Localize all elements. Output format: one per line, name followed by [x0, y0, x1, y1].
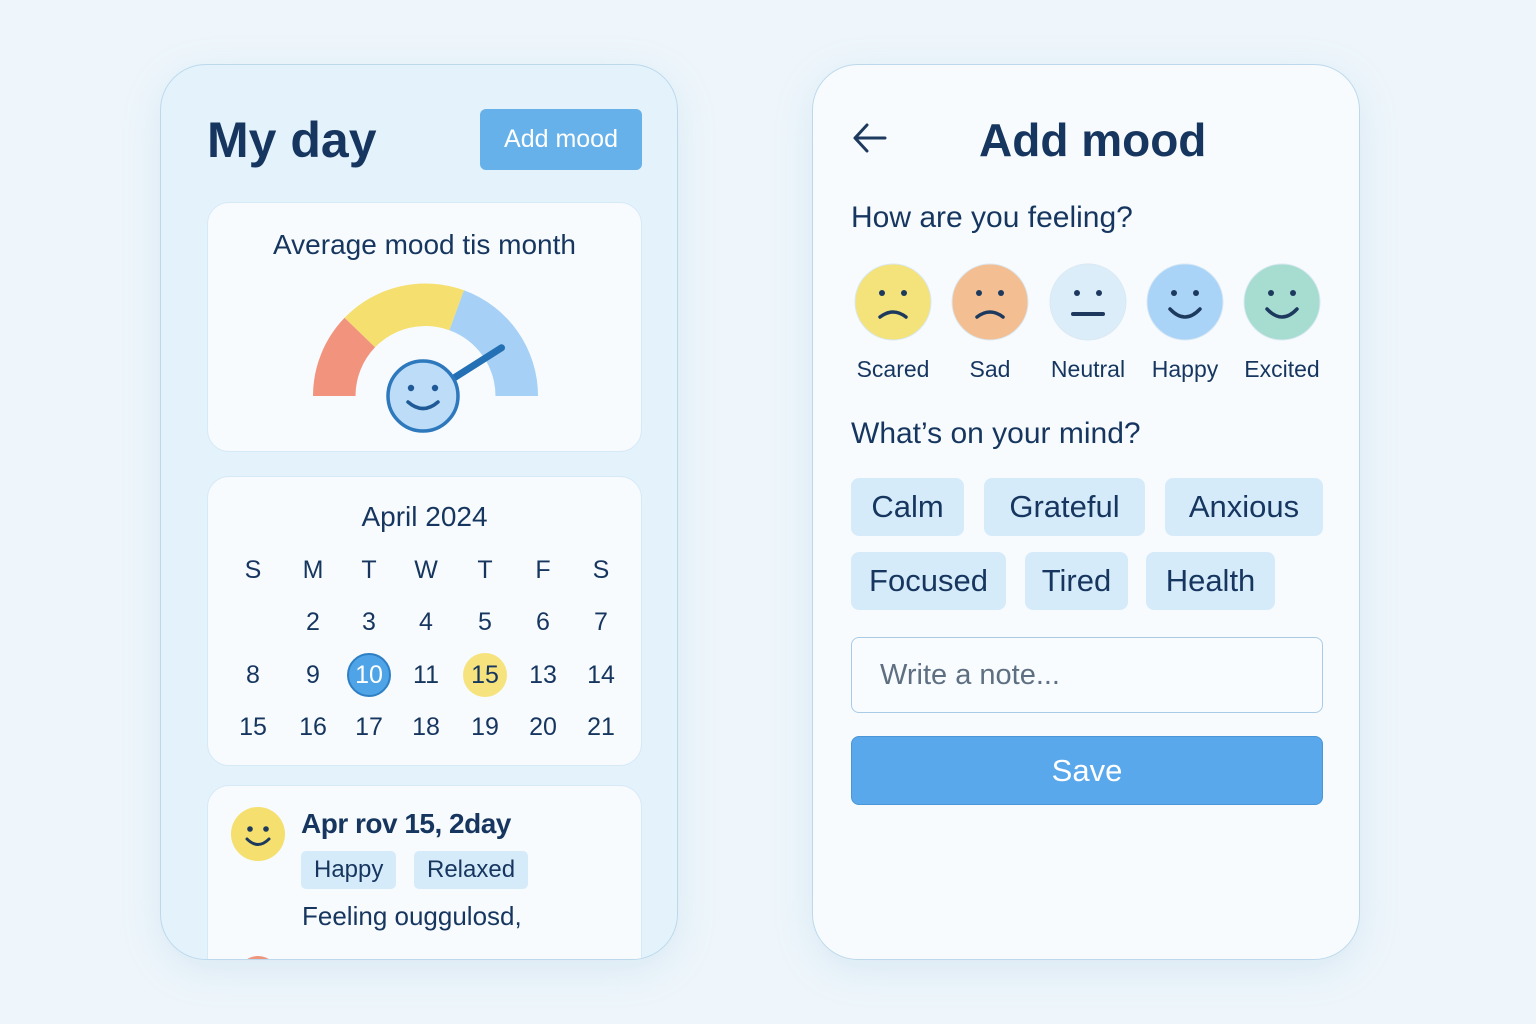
- mood-label: Neutral: [1050, 356, 1126, 382]
- entry-tag: Happy: [301, 851, 397, 889]
- calendar-day[interactable]: 17: [347, 705, 391, 749]
- calendar-day[interactable]: 5: [463, 600, 507, 644]
- chip-anxious[interactable]: Anxious: [1165, 478, 1323, 536]
- calendar-day[interactable]: 20: [521, 705, 565, 749]
- calendar-day[interactable]: 19: [463, 705, 507, 749]
- calendar-day[interactable]: 4: [404, 600, 448, 644]
- my-day-screen: My day Add mood Average mood tis month A…: [160, 64, 678, 960]
- calendar-day[interactable]: 10: [347, 653, 391, 697]
- mood-option-sad[interactable]: Sad: [945, 263, 1035, 383]
- calendar-day[interactable]: 11: [404, 653, 448, 697]
- note-input[interactable]: [851, 637, 1323, 713]
- weekday-header: M: [302, 556, 324, 584]
- weekday-header: S: [244, 556, 262, 584]
- page-title: Add mood: [979, 114, 1207, 166]
- calendar-day[interactable]: 16: [291, 705, 335, 749]
- calendar-day[interactable]: 8: [231, 653, 275, 697]
- mood-option-happy[interactable]: Happy: [1140, 263, 1230, 383]
- weekday-header: T: [361, 556, 377, 584]
- entry-tag: Relaxed: [414, 851, 529, 889]
- mood-option-excited[interactable]: Excited: [1237, 263, 1327, 383]
- calendar-day[interactable]: 18: [404, 705, 448, 749]
- happy-face-icon: [1146, 263, 1224, 341]
- calendar-day[interactable]: 2: [291, 600, 335, 644]
- excited-face-icon: [1243, 263, 1321, 341]
- mood-option-neutral[interactable]: Neutral: [1043, 263, 1133, 383]
- scared-face-icon: [854, 263, 932, 341]
- calendar-day[interactable]: 9: [291, 653, 335, 697]
- weekday-header: S: [592, 556, 610, 584]
- mood-gauge: [313, 283, 538, 433]
- chip-tired[interactable]: Tired: [1025, 552, 1128, 610]
- gauge-segment-high: [449, 290, 538, 396]
- weekday-header: T: [477, 556, 493, 584]
- next-entry-face-icon: [238, 956, 278, 959]
- save-button[interactable]: Save: [851, 736, 1323, 805]
- calendar-day[interactable]: 7: [579, 600, 623, 644]
- weekday-header: F: [535, 556, 551, 584]
- mood-label: Scared: [856, 356, 930, 382]
- arrow-left-icon: [853, 123, 887, 152]
- calendar-day[interactable]: 15: [231, 705, 275, 749]
- back-button[interactable]: [847, 119, 893, 159]
- calendar-month-label: April 2024: [361, 501, 488, 532]
- gauge-smiley-icon: [386, 359, 460, 433]
- average-mood-title: Average mood tis month: [273, 229, 576, 260]
- entry-note: Feeling ouggulosd,: [302, 901, 522, 931]
- mood-option-scared[interactable]: Scared: [848, 263, 938, 383]
- feeling-question: How are you feeling?: [851, 201, 1133, 234]
- average-mood-card: Average mood tis month: [207, 202, 642, 452]
- weekday-header: W: [414, 556, 438, 584]
- happy-face-icon: [231, 807, 285, 861]
- mood-entry-card[interactable]: Apr rov 15, 2day Happy Relaxed Feeling o…: [207, 785, 642, 959]
- mind-question: What’s on your mind?: [851, 417, 1141, 450]
- add-mood-button[interactable]: Add mood: [480, 109, 642, 170]
- calendar-day[interactable]: 21: [579, 705, 623, 749]
- chip-calm[interactable]: Calm: [851, 478, 964, 536]
- calendar-card: April 2024 S M T W T F S 2 3 4 5 6 7 8 9 10 11 15 13 14 15 16…: [207, 476, 642, 766]
- calendar-day[interactable]: 15: [463, 653, 507, 697]
- calendar-day[interactable]: 3: [347, 600, 391, 644]
- chip-focused[interactable]: Focused: [851, 552, 1006, 610]
- calendar-day[interactable]: 14: [579, 653, 623, 697]
- mood-label: Sad: [969, 356, 1011, 382]
- mood-label: Happy: [1151, 356, 1219, 382]
- page-title: My day: [207, 112, 377, 168]
- neutral-face-icon: [1049, 263, 1127, 341]
- chip-grateful[interactable]: Grateful: [984, 478, 1145, 536]
- sad-face-icon: [951, 263, 1029, 341]
- entry-date: Apr rov 15, 2day: [301, 808, 511, 839]
- calendar-day[interactable]: 6: [521, 600, 565, 644]
- mood-label: Excited: [1244, 356, 1320, 382]
- chip-health[interactable]: Health: [1146, 552, 1275, 610]
- add-mood-screen: Add mood How are you feeling? Scared Sad N…: [812, 64, 1360, 960]
- calendar-day[interactable]: 13: [521, 653, 565, 697]
